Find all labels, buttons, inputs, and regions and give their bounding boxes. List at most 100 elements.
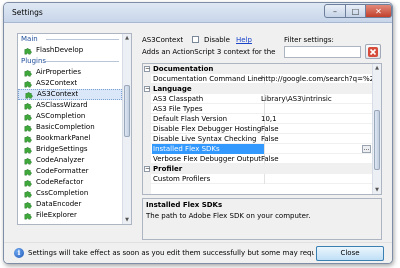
plugin-puzzle-icon (24, 113, 32, 120)
property-row[interactable]: Verbose Flex Debugger Output False (143, 154, 372, 164)
property-value[interactable]: http://google.com/search?q=%22actio (259, 74, 372, 84)
sidebar-item[interactable]: AS3Context (18, 89, 122, 100)
grid-scroll-up-arrow[interactable]: ▲ (373, 64, 381, 72)
disable-checkbox[interactable] (192, 36, 199, 43)
collapse-icon[interactable]: − (144, 66, 150, 72)
plugin-puzzle-icon (24, 47, 32, 54)
property-name: Verbose Flex Debugger Output (152, 154, 265, 164)
category-label: Documentation (153, 65, 214, 73)
sidebar-item-label: FileExplorer (36, 211, 77, 219)
property-row[interactable]: Disable Flex Debugger Hosting False (143, 124, 372, 134)
sidebar-item[interactable]: BookmarkPanel (18, 133, 122, 144)
title-bar[interactable]: Settings – □ ✕ (4, 3, 392, 23)
plugin-puzzle-icon (24, 124, 32, 131)
group-divider (46, 39, 119, 40)
dialog-client: Main FlashDevelop Plugins AirProperties AS2C… (4, 24, 392, 263)
category-row[interactable]: − Documentation (143, 64, 372, 74)
sidebar-item-label: FlashDevelop (36, 46, 84, 54)
property-row[interactable]: Custom Profilers (143, 174, 372, 184)
plugin-puzzle-icon (25, 91, 33, 98)
sidebar-item[interactable]: FileExplorer (18, 210, 122, 221)
sidebar-item-label: ASClassWizard (36, 101, 88, 109)
property-value[interactable]: False (259, 134, 372, 144)
property-value[interactable]: False (259, 154, 372, 164)
sidebar-item[interactable]: BasicCompletion (18, 122, 122, 133)
property-grid[interactable]: − Documentation Documentation Command Line… (142, 63, 382, 195)
plugin-puzzle-icon (24, 146, 32, 153)
plugin-puzzle-icon (24, 80, 32, 87)
property-rows: − Documentation Documentation Command Line… (143, 64, 372, 194)
sidebar-item[interactable]: DataEncoder (18, 199, 122, 210)
plugin-puzzle-icon (24, 157, 32, 164)
plugin-puzzle-icon (24, 168, 32, 175)
clear-filter-button[interactable] (365, 44, 381, 59)
sidebar-item-label: CodeFormatter (36, 167, 89, 175)
close-button[interactable]: Close (316, 246, 384, 261)
property-name: AS3 Classpath (152, 94, 265, 104)
settings-window: Settings – □ ✕ Main FlashDevelop Plugins Ai… (3, 2, 393, 264)
property-name: Documentation Command Line (152, 74, 265, 84)
property-row[interactable]: AS3 Classpath Library\AS3\intrinsic (143, 94, 372, 104)
sidebar-item[interactable]: CssCompletion (18, 188, 122, 199)
sidebar-item-label: BookmarkPanel (36, 134, 91, 142)
property-value[interactable]: False (259, 124, 372, 134)
clear-x-icon (368, 46, 378, 57)
property-row[interactable]: Default Flash Version 10,1 (143, 114, 372, 124)
category-label: Language (153, 85, 192, 93)
window-close-button[interactable]: ✕ (365, 4, 392, 18)
sidebar-item-label: DataEncoder (36, 200, 82, 208)
sidebar-item[interactable]: BridgeSettings (18, 144, 122, 155)
collapse-icon[interactable]: − (144, 166, 150, 172)
group-divider (46, 61, 119, 62)
property-row[interactable]: Documentation Command Line http://google.… (143, 74, 372, 84)
property-description-text: The path to Adobe Flex SDK on your compu… (146, 212, 311, 220)
plugin-puzzle-icon (24, 179, 32, 186)
sidebar-item[interactable]: ASClassWizard (18, 100, 122, 111)
property-grid-scroll-thumb[interactable] (374, 109, 380, 170)
sidebar-item[interactable]: CodeAnalyzer (18, 155, 122, 166)
plugin-description: Adds an ActionScript 3 context for the (142, 48, 276, 56)
property-name: Installed Flex SDKs (152, 144, 265, 154)
plugin-puzzle-icon (24, 69, 32, 76)
property-row[interactable]: Installed Flex SDKs... (143, 144, 372, 154)
scroll-up-arrow[interactable]: ▲ (123, 34, 131, 42)
minimize-button[interactable]: – (324, 4, 346, 18)
sidebar-item[interactable]: CodeRefactor (18, 177, 122, 188)
plugin-puzzle-icon (24, 102, 32, 109)
maximize-button[interactable]: □ (345, 4, 366, 18)
property-row[interactable]: AS3 File Types (143, 104, 372, 114)
property-value[interactable]: Library\AS3\intrinsic (259, 94, 372, 104)
status-text: Settings will take effect as soon as you… (28, 249, 314, 257)
ellipsis-button[interactable]: ... (362, 145, 371, 153)
property-value[interactable]: 10,1 (259, 114, 372, 124)
sidebar-item[interactable]: AS2Context (18, 78, 122, 89)
sidebar-item[interactable]: AirProperties (18, 67, 122, 78)
category-row[interactable]: − Profiler (143, 164, 372, 174)
property-grid-scrollbar[interactable]: ▲ ▼ (372, 64, 381, 194)
plugin-list-scroll-thumb[interactable] (124, 84, 130, 137)
property-name: Disable Flex Debugger Hosting (152, 124, 265, 134)
window-title: Settings (12, 8, 43, 17)
filter-input[interactable] (284, 46, 361, 58)
property-name: Default Flash Version (152, 114, 265, 124)
sidebar-item-label: CodeRefactor (36, 178, 84, 186)
grid-scroll-down-arrow[interactable]: ▼ (373, 186, 381, 194)
scroll-down-arrow[interactable]: ▼ (123, 216, 131, 224)
disable-label[interactable]: Disable (204, 36, 230, 44)
property-description-title: Installed Flex SDKs (146, 201, 223, 209)
sidebar-item[interactable]: FlashDevelop (18, 45, 122, 56)
sidebar-item-label: AS2Context (36, 79, 78, 87)
plugin-list-scrollbar[interactable]: ▲ ▼ (122, 34, 131, 224)
property-name: Disable Live Syntax Checking (152, 134, 265, 144)
property-row[interactable]: Disable Live Syntax Checking False (143, 134, 372, 144)
category-row[interactable]: − Language (143, 84, 372, 94)
sidebar-item[interactable]: ASCompletion (18, 111, 122, 122)
sidebar-item-label: CssCompletion (36, 189, 89, 197)
property-name: Custom Profilers (152, 174, 265, 184)
help-link[interactable]: Help (236, 36, 252, 44)
status-bar: i Settings will take effect as soon as y… (4, 242, 392, 263)
sidebar-item-label: AirProperties (36, 68, 81, 76)
sidebar-item[interactable]: CodeFormatter (18, 166, 122, 177)
collapse-icon[interactable]: − (144, 86, 150, 92)
plugin-list[interactable]: Main FlashDevelop Plugins AirProperties AS2C… (17, 33, 132, 225)
